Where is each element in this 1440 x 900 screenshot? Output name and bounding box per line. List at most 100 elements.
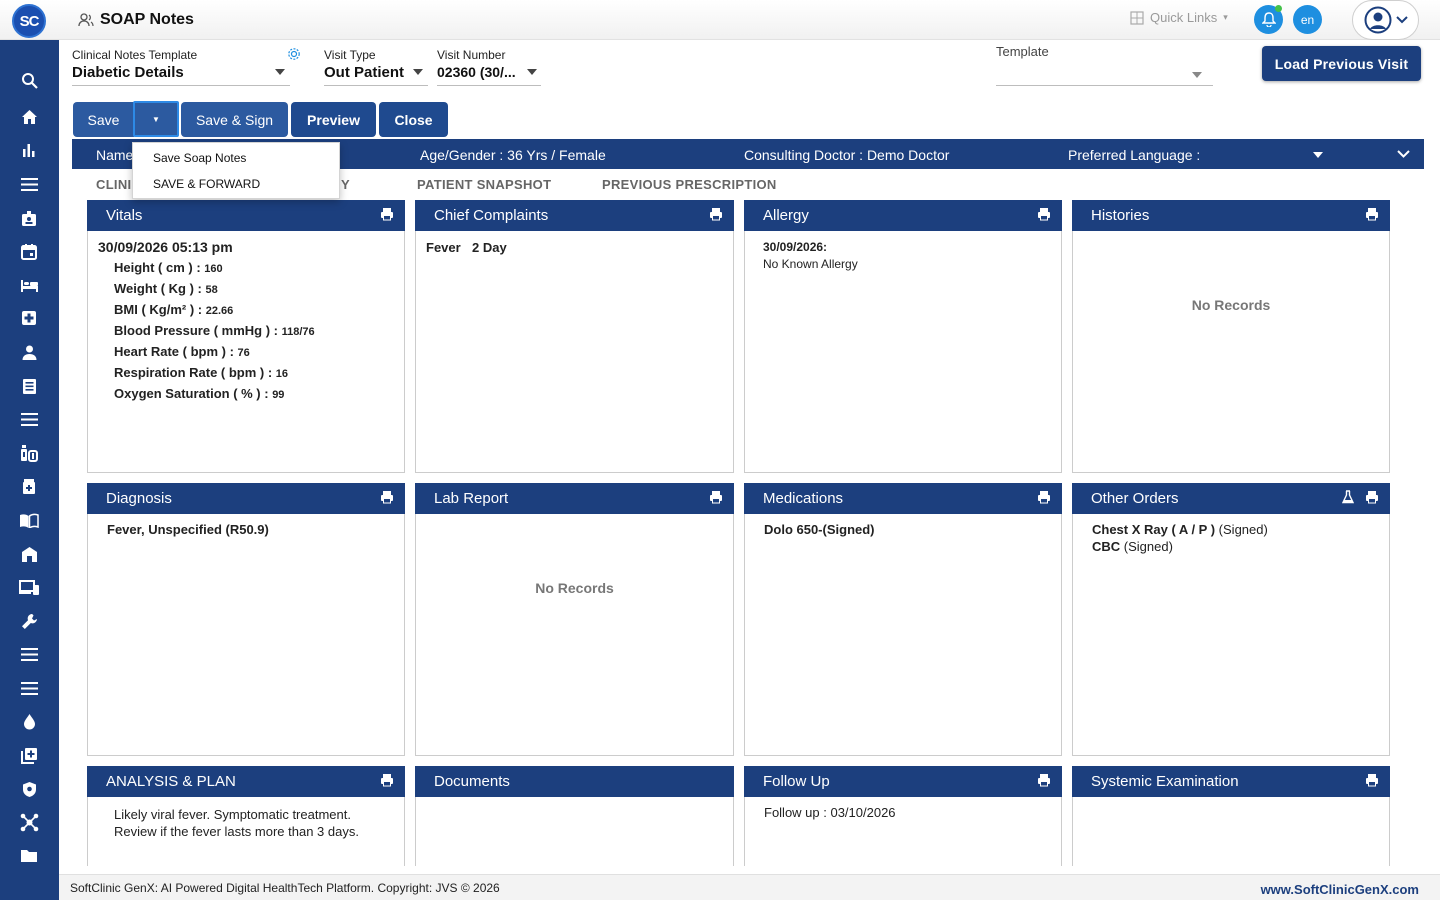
search-icon[interactable]	[19, 70, 39, 90]
patient-age-gender: Age/Gender : 36 Yrs / Female	[420, 147, 606, 163]
menu-icon[interactable]	[19, 644, 39, 664]
ward-icon[interactable]	[19, 544, 39, 564]
complaint-name: Fever	[426, 240, 461, 255]
shield-icon[interactable]	[19, 779, 39, 799]
analysis-plan-card: ANALYSIS & PLAN Likely viral fever. Symp…	[87, 766, 405, 866]
footer-website-link[interactable]: www.SoftClinicGenX.com	[1261, 882, 1419, 897]
medical-plus-icon[interactable]	[19, 308, 39, 328]
lab-report-title: Lab Report	[434, 490, 509, 507]
preview-button[interactable]: Preview	[291, 102, 376, 137]
menu-icon[interactable]	[19, 678, 39, 698]
home-icon[interactable]	[19, 107, 39, 127]
allergy-title: Allergy	[763, 207, 809, 224]
close-button[interactable]: Close	[379, 102, 448, 137]
app-logo[interactable]: SC	[12, 4, 46, 38]
printer-icon[interactable]	[709, 207, 723, 221]
save-options-menu: Save Soap Notes SAVE & FORWARD	[132, 142, 340, 199]
wrench-icon[interactable]	[19, 611, 39, 631]
document-list-icon[interactable]	[19, 376, 39, 396]
printer-icon[interactable]	[1365, 207, 1379, 221]
vitals-date: 30/09/2026 05:13 pm	[98, 239, 233, 255]
analysis-plan-title: ANALYSIS & PLAN	[106, 773, 236, 790]
diagnosis-text: Fever, Unspecified (R50.9)	[107, 522, 269, 537]
load-previous-visit-button[interactable]: Load Previous Visit	[1262, 46, 1421, 81]
sidebar	[0, 40, 59, 900]
menu-item-save-soap-notes[interactable]: Save Soap Notes	[153, 151, 246, 165]
bar-chart-icon[interactable]	[19, 140, 39, 160]
printer-icon[interactable]	[1365, 490, 1379, 504]
template-label: Template	[996, 44, 1049, 59]
quick-links-label: Quick Links	[1150, 10, 1218, 25]
lab-flask-icon[interactable]	[1342, 490, 1354, 504]
language-button[interactable]: en	[1293, 5, 1322, 34]
save-options-toggle[interactable]: ▼	[133, 101, 179, 137]
tab-patient-snapshot[interactable]: PATIENT SNAPSHOT	[417, 177, 551, 192]
menu-item-save-and-forward[interactable]: SAVE & FORWARD	[153, 177, 260, 191]
visit-type-field[interactable]: Visit Type Out Patient	[324, 48, 428, 86]
save-button[interactable]: Save	[73, 102, 134, 137]
printer-icon[interactable]	[1365, 773, 1379, 787]
folder-icon[interactable]	[19, 846, 39, 866]
user-menu-button[interactable]	[1352, 0, 1419, 40]
chevron-down-icon[interactable]	[1397, 150, 1410, 159]
printer-icon[interactable]	[1037, 207, 1051, 221]
tab-previous-prescription[interactable]: PREVIOUS PRESCRIPTION	[602, 177, 777, 192]
notifications-button[interactable]	[1254, 5, 1283, 34]
bed-icon[interactable]	[19, 275, 39, 295]
printer-icon[interactable]	[709, 490, 723, 504]
visit-type-label: Visit Type	[324, 48, 376, 62]
medicine-box-icon[interactable]	[19, 476, 39, 496]
network-icon[interactable]	[19, 812, 39, 832]
histories-title: Histories	[1091, 207, 1150, 224]
order-status: (Signed)	[1120, 539, 1173, 554]
printer-icon[interactable]	[380, 490, 394, 504]
preferred-language-label: Preferred Language :	[1068, 147, 1201, 163]
menu-icon[interactable]	[19, 174, 39, 194]
vitals-title: Vitals	[106, 207, 143, 224]
vital-value: 58	[205, 284, 218, 296]
vital-row: Heart Rate ( bpm ) : 76	[114, 344, 250, 359]
book-icon[interactable]	[19, 510, 39, 530]
clinical-notes-template-field[interactable]: Clinical Notes Template Diabetic Details	[72, 48, 290, 86]
id-badge-icon[interactable]	[19, 208, 39, 228]
no-records-text: No Records	[1191, 297, 1271, 313]
vital-value: 118/76	[281, 326, 315, 338]
template-field[interactable]: Template	[996, 44, 1213, 86]
devices-icon[interactable]	[19, 577, 39, 597]
printer-icon[interactable]	[1037, 773, 1051, 787]
vital-row: Weight ( Kg ) : 58	[114, 281, 218, 296]
allergy-card: Allergy 30/09/2026: No Known Allergy	[744, 200, 1062, 473]
chief-complaints-title: Chief Complaints	[434, 207, 549, 224]
histories-card: Histories No Records	[1072, 200, 1390, 473]
documents-title: Documents	[434, 773, 510, 790]
quick-links-menu[interactable]: Quick Links ▾	[1130, 10, 1228, 25]
printer-icon[interactable]	[1037, 490, 1051, 504]
visit-number-value: 02360 (30/...	[437, 64, 516, 80]
add-box-icon[interactable]	[19, 745, 39, 765]
clinical-notes-template-label: Clinical Notes Template	[72, 48, 198, 62]
settings-icon[interactable]	[287, 47, 301, 61]
printer-icon[interactable]	[380, 773, 394, 787]
consulting-doctor: Consulting Doctor : Demo Doctor	[744, 147, 950, 163]
visit-number-field[interactable]: Visit Number 02360 (30/...	[437, 48, 541, 86]
pharmacy-icon[interactable]	[19, 443, 39, 463]
blood-drop-icon[interactable]	[19, 711, 39, 731]
printer-icon[interactable]	[380, 207, 394, 221]
tab-history[interactable]: Y	[341, 177, 350, 192]
calendar-icon[interactable]	[19, 241, 39, 261]
save-and-sign-button[interactable]: Save & Sign	[181, 102, 288, 137]
allergy-date: 30/09/2026:	[763, 240, 828, 254]
allergy-text: No Known Allergy	[763, 257, 858, 271]
other-orders-title: Other Orders	[1091, 490, 1179, 507]
vital-value: 99	[272, 389, 285, 401]
complaint-duration: 2 Day	[472, 240, 507, 255]
footer-copyright: SoftClinic GenX: AI Powered Digital Heal…	[70, 881, 500, 895]
systemic-examination-title: Systemic Examination	[1091, 773, 1239, 790]
user-icon[interactable]	[19, 342, 39, 362]
order-item: Chest X Ray ( A / P ) (Signed)	[1092, 522, 1268, 537]
order-status: (Signed)	[1215, 522, 1268, 537]
menu-icon[interactable]	[19, 409, 39, 429]
tab-clinical[interactable]: CLINI	[96, 177, 131, 192]
preferred-language-dropdown[interactable]	[1313, 152, 1323, 158]
vital-label: Height ( cm ) :	[114, 260, 205, 275]
